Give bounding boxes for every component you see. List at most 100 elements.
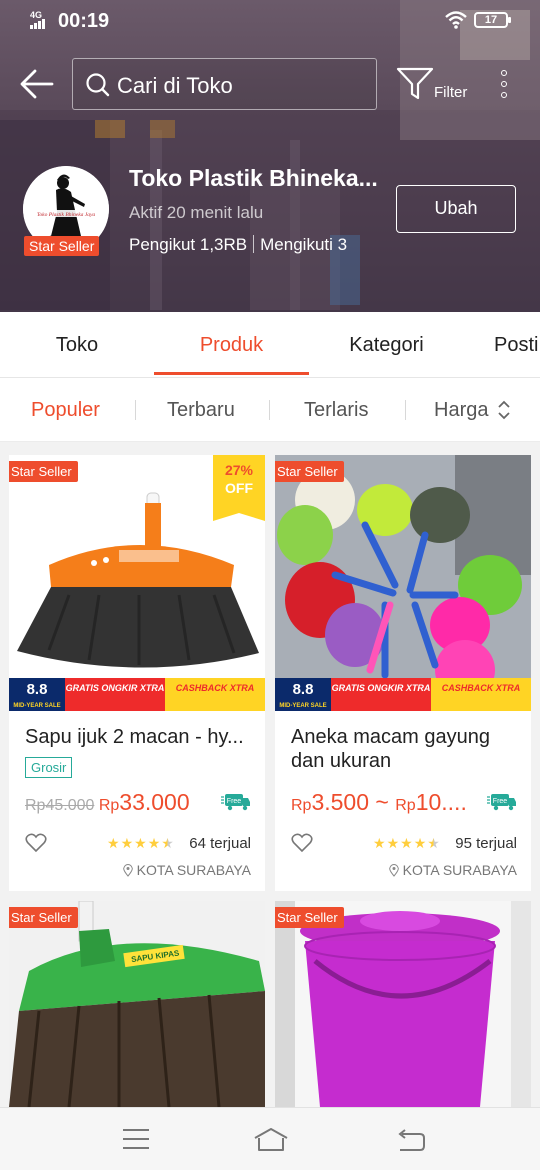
divider <box>405 400 406 420</box>
tab-toko[interactable]: Toko <box>0 312 154 377</box>
price-original: Rp45.000 <box>25 797 95 814</box>
followers-count[interactable]: Pengikut 1,3RB <box>129 235 247 254</box>
price-prefix: Rp <box>291 797 312 814</box>
status-bar: 4G 00:19 17 <box>0 0 540 42</box>
promo-gratis-ongkir: GRATIS ONGKIR XTRA <box>331 678 431 711</box>
search-placeholder: Cari di Toko <box>117 73 233 98</box>
discount-percent: 27% <box>224 462 254 478</box>
star-seller-badge: Star Seller <box>24 236 100 256</box>
following-count[interactable]: Mengikuti 3 <box>260 235 347 254</box>
promo-88-subtext: MID-YEAR SALE <box>13 703 61 709</box>
sort-populer[interactable]: Populer <box>31 378 100 442</box>
heart-icon[interactable] <box>25 833 47 853</box>
filter-button[interactable]: Filter <box>396 66 476 106</box>
home-icon[interactable] <box>253 1126 289 1152</box>
price-max: 10.... <box>415 789 467 815</box>
shop-tabs: Toko Produk Kategori Posti <box>0 312 540 378</box>
back-arrow-icon[interactable] <box>18 66 58 102</box>
free-shipping-icon: Free <box>221 794 250 811</box>
tab-produk[interactable]: Produk <box>154 312 309 377</box>
price-prefix-2: Rp <box>395 797 416 814</box>
bucket-image <box>275 901 531 1107</box>
product-card[interactable]: Star Seller 27% OFF 8.8 MID-YEAR SALE GRA… <box>9 455 265 891</box>
shop-follow-stats: Pengikut 1,3RB Mengikuti 3 <box>129 235 347 255</box>
sort-terlaris[interactable]: Terlaris <box>304 378 368 442</box>
wifi-icon <box>445 11 467 29</box>
free-label: Free <box>493 798 508 805</box>
free-label: Free <box>227 798 242 805</box>
star-seller-badge: Star Seller <box>9 907 78 928</box>
sort-terbaru[interactable]: Terbaru <box>167 378 235 442</box>
battery-icon: 17 <box>474 12 511 28</box>
edit-shop-button[interactable]: Ubah <box>396 185 516 233</box>
grosir-tag: Grosir <box>25 757 73 778</box>
rating-stars: ★ ★ ★ ★ ★ <box>373 835 440 851</box>
product-card[interactable]: Star Seller <box>275 901 531 1107</box>
product-card[interactable]: Star Seller 8.8 MID-YEAR SALE GRATIS ONGK… <box>275 455 531 891</box>
sold-count: 95 terjual <box>455 835 517 852</box>
location-pin-icon <box>122 864 133 877</box>
filter-label: Filter <box>434 84 468 101</box>
green-broom-image: SAPU KIPAS <box>9 901 265 1107</box>
more-vertical-icon[interactable] <box>494 68 514 102</box>
promo-88-subtext: MID-YEAR SALE <box>279 703 327 709</box>
promo-88-logo: 8.8 MID-YEAR SALE <box>275 678 331 711</box>
star-seller-badge: Star Seller <box>275 907 344 928</box>
product-title: Aneka macam gayung dan ukuran <box>291 726 491 772</box>
product-image <box>275 455 531 711</box>
sort-arrows-icon[interactable] <box>497 400 511 420</box>
battery-level: 17 <box>484 14 498 26</box>
location-text: KOTA SURABAYA <box>136 862 251 878</box>
rating-stars: ★ ★ ★ ★ ★ <box>107 835 174 851</box>
price-prefix: Rp <box>98 797 120 814</box>
promo-gratis-ongkir: GRATIS ONGKIR XTRA <box>65 678 165 711</box>
shop-name: Toko Plastik Bhineka... <box>129 165 378 191</box>
svg-text:Toko Plastik Bhineka Jaya: Toko Plastik Bhineka Jaya <box>37 212 96 218</box>
tab-kategori[interactable]: Kategori <box>309 312 464 377</box>
promo-cashback: CASHBACK XTRA <box>165 678 265 711</box>
star-seller-badge: Star Seller <box>275 461 344 482</box>
product-card[interactable]: SAPU KIPAS Star Seller <box>9 901 265 1107</box>
search-icon <box>86 73 110 97</box>
price-value: 33.000 <box>119 789 190 815</box>
location-text: KOTA SURABAYA <box>402 862 517 878</box>
product-image: SAPU KIPAS <box>9 901 265 1107</box>
heart-icon[interactable] <box>291 833 313 853</box>
price-range-sep: ~ <box>369 789 396 815</box>
filter-icon <box>396 67 434 100</box>
price-min: 3.500 <box>311 789 370 815</box>
sort-bar: Populer Terbaru Terlaris Harga <box>0 378 540 442</box>
shop-background-image <box>0 0 540 312</box>
promo-88-text: 8.8 <box>292 681 314 698</box>
promo-banner: 8.8 MID-YEAR SALE GRATIS ONGKIR XTRA CASH… <box>275 678 531 711</box>
price-current: Rp33.000 <box>98 789 190 815</box>
system-nav-bar <box>0 1107 540 1170</box>
promo-88-logo: 8.8 MID-YEAR SALE <box>9 678 65 711</box>
shop-active-status: Aktif 20 menit lalu <box>129 203 264 222</box>
product-title: Sapu ijuk 2 macan - hy... <box>25 726 244 748</box>
product-image <box>275 901 531 1107</box>
signal-icon <box>30 19 46 29</box>
promo-banner: 8.8 MID-YEAR SALE GRATIS ONGKIR XTRA CASH… <box>9 678 265 711</box>
product-location: KOTA SURABAYA <box>122 862 251 878</box>
product-location: KOTA SURABAYA <box>388 862 517 878</box>
clock: 00:19 <box>58 10 110 32</box>
location-pin-icon <box>388 864 399 877</box>
discount-off-text: OFF <box>225 480 253 496</box>
free-shipping-icon: Free <box>487 794 516 811</box>
shop-search-input[interactable]: Cari di Toko <box>72 58 377 110</box>
dippers-image <box>275 455 531 711</box>
discount-label: 27% OFF <box>213 455 265 521</box>
divider <box>135 400 136 420</box>
promo-88-text: 8.8 <box>26 681 48 698</box>
star-seller-badge: Star Seller <box>9 461 78 482</box>
shop-header: 4G 00:19 17 Cari di Toko Filter Toko Pla… <box>0 0 540 312</box>
tab-postingan[interactable]: Posti <box>464 312 540 377</box>
active-tab-indicator <box>154 372 309 375</box>
sort-harga[interactable]: Harga <box>434 378 488 442</box>
sold-count: 64 terjual <box>189 835 251 852</box>
return-icon[interactable] <box>396 1126 426 1152</box>
divider <box>253 235 255 253</box>
price-current: Rp3.500 ~ Rp10.... <box>291 789 467 815</box>
menu-icon[interactable] <box>121 1126 151 1152</box>
